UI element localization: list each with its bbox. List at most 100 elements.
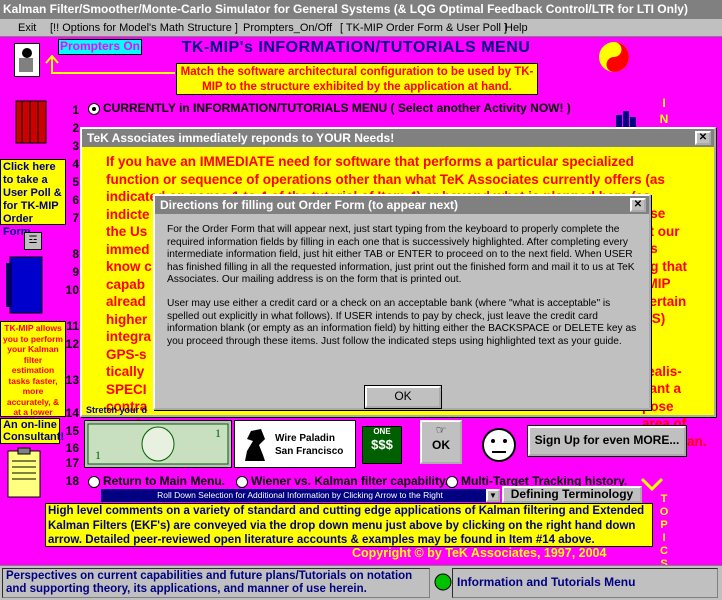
face-icon[interactable] (480, 426, 518, 464)
user-poll-link[interactable]: Click here to take a User Poll & for TK-… (0, 159, 66, 238)
directions-title-bar: Directions for filling out Order Form (t… (155, 196, 649, 214)
topics-letter: S (660, 558, 668, 565)
ok-hand-button[interactable]: ☞ OK (420, 420, 462, 464)
tek-fragment: pose (642, 398, 674, 414)
architecture-instruction: Match the software architectural configu… (176, 63, 538, 95)
wire-paladin-link[interactable]: Wire Paladin San Francisco (234, 420, 356, 468)
hand-icon: ☞ (435, 423, 447, 437)
knight-chess-icon (245, 429, 265, 461)
tek-needs-title-bar: TeK Associates immediately reponds to YO… (82, 129, 714, 147)
defining-terminology-button[interactable]: Defining Terminology (502, 486, 642, 503)
topics-letter: C (660, 545, 668, 557)
wiener-kalman-option[interactable]: Wiener vs. Kalman filter capability. (236, 474, 448, 488)
green-indicator-icon (434, 573, 452, 591)
item-number: 6 (72, 193, 79, 207)
reader-icon[interactable] (14, 43, 40, 77)
menu-option-1[interactable]: CURRENTLY in INFORMATION/TUTORIALS MENU … (88, 101, 571, 115)
books-icon[interactable] (14, 97, 48, 145)
prompters-on-button[interactable]: Prompters On (58, 39, 142, 55)
item-number: 18 (65, 474, 79, 488)
menu-options-math-structure[interactable]: [!! Options for Model's Math Structure ] (50, 19, 238, 37)
directions-paragraph: User may use either a credit card or a c… (167, 297, 637, 347)
close-icon[interactable]: ✕ (695, 131, 711, 145)
vertical-letter: N (659, 112, 669, 126)
order-form-directions-dialog: Directions for filling out Order Form (t… (153, 194, 651, 410)
tek-needs-title: TeK Associates immediately reponds to YO… (87, 131, 395, 145)
return-main-menu-option[interactable]: Return to Main Menu. (88, 474, 225, 488)
item-number: 2 (72, 121, 79, 135)
tek-fragment: et our (642, 223, 680, 239)
item-number: 3 (72, 139, 79, 153)
window-title-bar: Kalman Filter/Smoother/Monte-Carlo Simul… (0, 0, 722, 19)
directions-paragraph: For the Order Form that will appear next… (167, 224, 635, 286)
item-number: 11 (66, 319, 79, 333)
money-one-text: ONE (373, 427, 391, 436)
tek-fragment: NS) (642, 311, 666, 326)
item-number: 14 (65, 406, 79, 420)
main-canvas: Prompters On TK-MIP's INFORMATION/TUTORI… (0, 37, 722, 565)
applications-comments: High level comments on a variety of stan… (45, 503, 653, 547)
item-number: 8 (72, 247, 79, 261)
tek-line: If you have an IMMEDIATE need for softwa… (106, 154, 634, 169)
directions-ok-button[interactable]: OK (364, 385, 442, 409)
ok-hand-label: OK (432, 438, 450, 452)
topics-vertical-label: T O P I C S (658, 493, 670, 565)
item-number: 9 (72, 265, 79, 279)
dollar-bill-image[interactable]: 11 (84, 420, 232, 468)
wire-paladin-text: Wire Paladin (275, 433, 335, 444)
item-number: 15 (65, 424, 79, 438)
vertical-letter: I (662, 96, 666, 110)
page-title: TK-MIP's INFORMATION/TUTORIALS MENU (181, 39, 531, 56)
tek-fragment: -MIP (642, 276, 671, 291)
dropdown-arrow-icon[interactable]: ▼ (486, 489, 500, 502)
directions-body: For the Order Form that will appear next… (167, 224, 639, 348)
menu-help[interactable]: Help (505, 19, 528, 37)
tek-line: function or sequence of operations other… (106, 171, 665, 187)
menu-option-1-label: CURRENTLY in INFORMATION/TUTORIALS MENU … (103, 101, 571, 115)
menu-exit[interactable]: Exit (18, 19, 36, 37)
topics-letter: P (660, 519, 668, 531)
tek-needs-right-fragments: use et our us ng that -MIP certain NS) r… (642, 205, 714, 450)
status-current-menu: Information and Tutorials Menu (452, 568, 718, 598)
radio-unselected-icon[interactable] (88, 475, 100, 488)
wiener-kalman-label: Wiener vs. Kalman filter capability. (251, 474, 449, 488)
close-icon[interactable]: ✕ (630, 198, 646, 212)
radio-unselected-icon[interactable] (236, 475, 248, 488)
item-number: 1 (72, 103, 79, 117)
topics-letter: T (660, 493, 668, 505)
down-arrow-icon (640, 477, 664, 492)
item-number: 4 (72, 157, 79, 171)
tek-fragment: us (642, 240, 714, 258)
money-dollars-text: $$$ (371, 437, 393, 452)
item-number: 12 (65, 337, 79, 351)
stretch-text: Stretch your d (86, 405, 148, 415)
tek-fragment: vant a (642, 381, 682, 396)
buildings-icon (616, 111, 636, 127)
clipboard-icon[interactable] (6, 447, 42, 499)
tkmip-promo: TK-MIP allows you to perform your Kalman… (0, 321, 66, 428)
tek-fragment: realis- (642, 363, 682, 379)
tek-fragment: use (642, 206, 666, 221)
item-number: 5 (72, 175, 79, 189)
radio-selected-icon[interactable] (88, 102, 100, 115)
sign-up-more-button[interactable]: Sign Up for even MORE... (527, 425, 687, 457)
online-consultant-link[interactable]: An on-line Consultant! (0, 418, 64, 444)
svg-text:1: 1 (95, 448, 101, 462)
topics-letter: I (662, 532, 666, 544)
item-number: 13 (65, 373, 79, 387)
directions-title: Directions for filling out Order Form (t… (160, 198, 459, 212)
window-title: Kalman Filter/Smoother/Monte-Carlo Simul… (3, 2, 688, 16)
menu-order-form-user-poll[interactable]: [ TK-MIP Order Form & User Poll ] (340, 19, 507, 37)
radio-unselected-icon[interactable] (446, 475, 458, 488)
roll-down-selector[interactable]: Roll Down Selection for Additional Infor… (101, 489, 499, 502)
network-icon[interactable]: ☲ (24, 232, 42, 250)
yin-yang-icon[interactable] (598, 41, 630, 73)
status-description: Perspectives on current capabilities and… (2, 568, 430, 598)
tek-fragment: ng that (642, 258, 687, 274)
money-icon[interactable]: ONE $$$ (362, 426, 402, 464)
tek-fragment: certain (642, 293, 687, 309)
binder-icon[interactable] (6, 253, 46, 317)
status-bar: Perspectives on current capabilities and… (0, 565, 722, 600)
item-number: 17 (65, 456, 79, 470)
menu-prompters-toggle[interactable]: Prompters_On/Off (243, 19, 332, 37)
